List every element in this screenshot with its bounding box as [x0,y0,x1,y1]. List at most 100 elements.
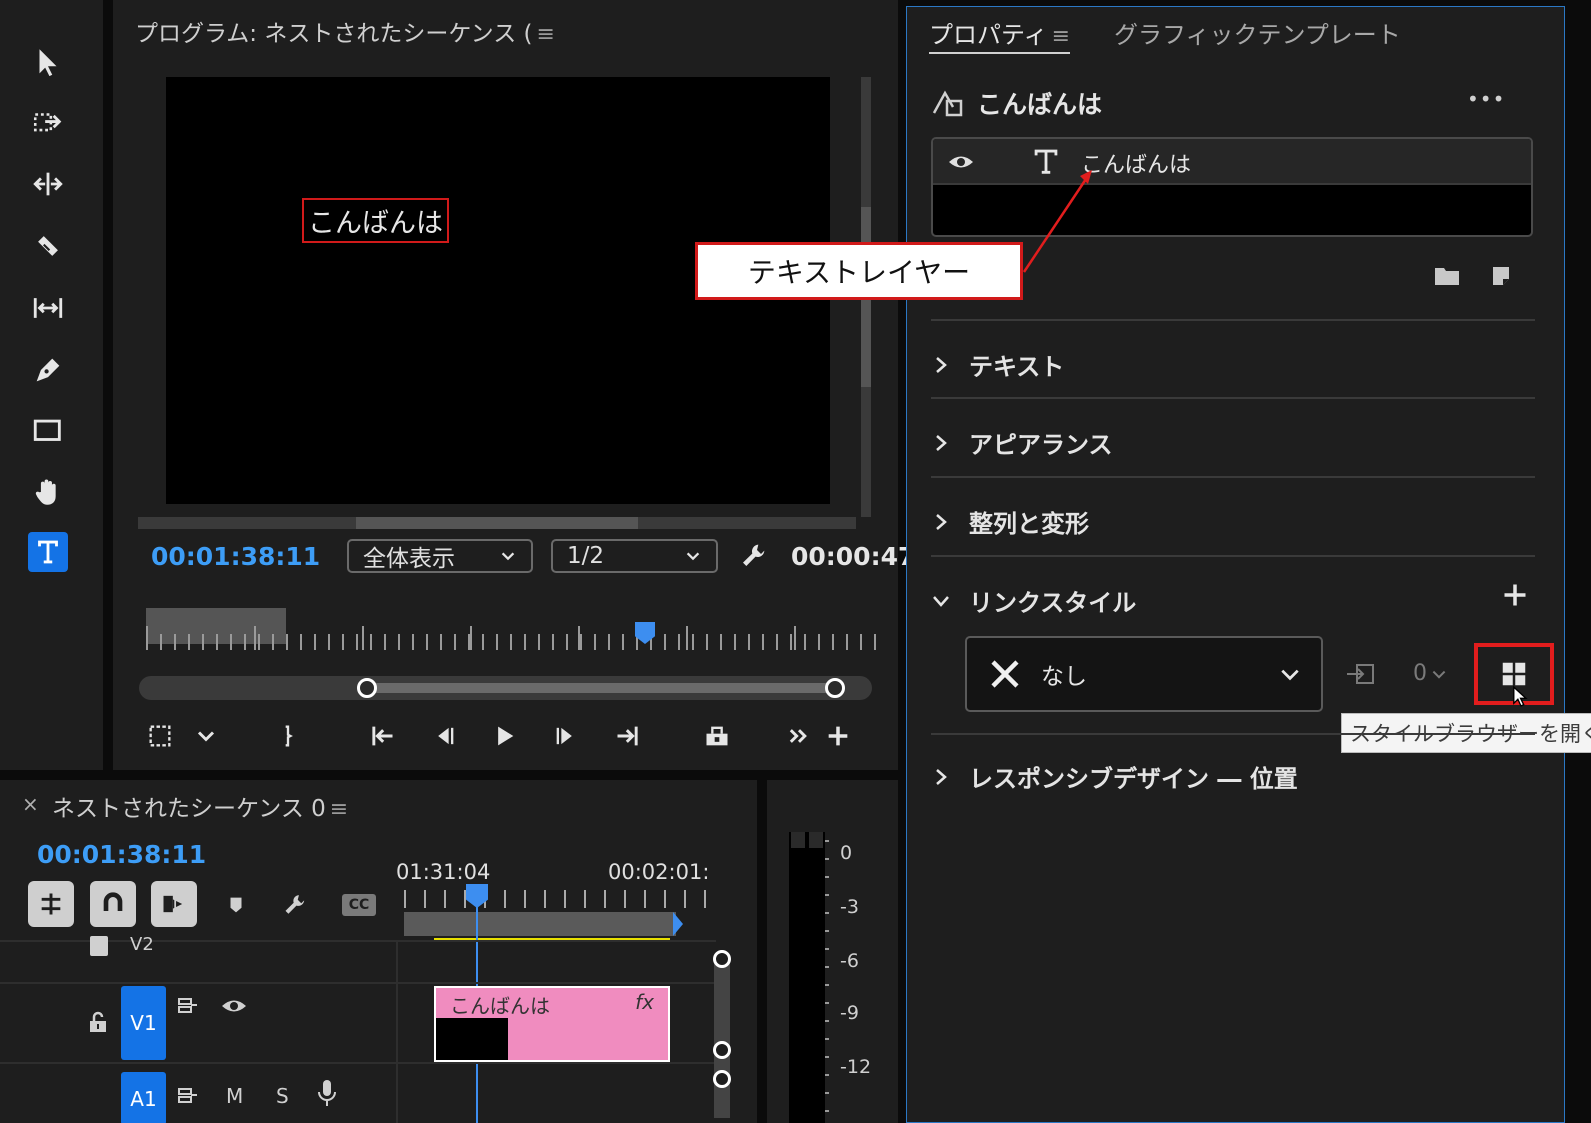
snap-magnet-icon[interactable] [90,881,136,927]
mark-in-out-icon[interactable] [273,718,303,754]
timeline-clip[interactable]: こんばんは fx [434,986,670,1062]
safe-margins-icon[interactable] [143,718,177,754]
chevron-down-icon [1281,669,1299,681]
step-back-icon[interactable] [429,718,459,754]
play-icon[interactable] [489,718,519,754]
chevron-right-icon [936,513,947,530]
timeline-tab-title[interactable]: ネストされたシーケンス 0 ≡ [52,789,348,823]
rectangle-tool-icon[interactable] [28,411,68,451]
export-frame-icon[interactable] [697,718,737,754]
linked-style-select[interactable]: なし [965,636,1323,712]
wrench-settings-icon[interactable] [739,540,773,574]
section-align-transform[interactable]: 整列と変形 [931,476,1535,556]
program-monitor-panel: プログラム: ネストされたシーケンス (≡ こんばんは 00:01:38:11 … [113,0,915,770]
chevron-down-icon [501,552,515,561]
timeline-work-area-bar[interactable] [404,912,676,936]
audio-meters-panel: 0 -3 -6 -9 -12 [767,780,898,1123]
unlock-icon[interactable] [86,1008,110,1036]
track-target-a1[interactable]: A1 [121,1072,166,1123]
track-label-v2[interactable]: V2 [130,934,154,955]
go-to-in-icon[interactable] [365,718,399,754]
style-count-value: 0 [1413,661,1427,686]
style-browser-button[interactable] [1474,643,1554,707]
sync-lock-icon[interactable] [176,1084,200,1108]
go-to-out-icon[interactable] [611,718,645,754]
captions-icon[interactable]: CC [342,894,376,916]
scroll-handle-top[interactable] [713,950,731,968]
program-playhead-timecode[interactable]: 00:01:38:11 [151,542,320,571]
more-controls-icon[interactable] [785,718,813,754]
folder-icon[interactable] [1433,264,1461,288]
microphone-icon[interactable] [316,1078,338,1108]
clip-thumbnail [436,1018,508,1060]
audio-meter-bars [789,832,825,1123]
track-target-v1[interactable]: V1 [121,986,166,1060]
chevron-right-icon [936,356,947,373]
timeline-ruler-label-1: 01:31:04 [396,860,491,884]
meter-label-3: -3 [840,896,859,918]
monitor-zoom-bar[interactable] [139,676,872,700]
linked-selection-icon[interactable] [151,881,197,927]
program-monitor-title[interactable]: プログラム: ネストされたシーケンス (≡ [135,14,555,48]
track-vertical-scrollbar[interactable] [714,958,730,1118]
layers-list[interactable]: こんばんは [931,137,1533,237]
track-select-tool-icon[interactable] [28,103,68,143]
ripple-edit-tool-icon[interactable] [28,164,68,204]
wrench-settings-icon[interactable] [281,890,311,920]
sync-lock-icon[interactable] [176,994,200,1018]
section-text[interactable]: テキスト [931,319,1535,399]
video-caption-text[interactable]: こんばんは [302,198,449,243]
add-button-icon[interactable] [823,718,853,754]
chevron-down-icon [1432,670,1446,679]
panel-menu-icon[interactable]: ≡ [1052,24,1070,49]
playback-resolution-select[interactable]: 1/2 [551,539,718,573]
nest-sequence-toggle-icon[interactable] [28,881,74,927]
timeline-ruler-label-2: 00:02:01: [608,860,710,884]
style-count[interactable]: 0 [1413,661,1447,686]
step-forward-icon[interactable] [551,718,581,754]
push-to-style-icon[interactable] [1345,659,1379,689]
layer-name[interactable]: こんばんは [1081,147,1191,179]
meter-label-12: -12 [840,1056,872,1078]
monitor-time-ruler[interactable] [146,608,876,650]
solo-button[interactable]: S [276,1084,289,1108]
zoom-fit-select[interactable]: 全体表示 [347,539,533,573]
chevron-down-icon[interactable] [191,718,221,754]
timeline-playhead-timecode[interactable]: 00:01:38:11 [37,840,206,869]
monitor-horizontal-scrollbar[interactable] [138,517,856,529]
slip-tool-icon[interactable] [28,288,68,328]
selection-tool-icon[interactable] [28,42,68,82]
add-style-icon[interactable] [1501,581,1529,609]
eye-icon[interactable] [947,151,975,173]
timeline-ruler-ticks [404,890,708,908]
track-row-v2: V2 [0,934,716,982]
tab-properties-label: プロパティ [929,21,1048,49]
new-item-icon[interactable] [1489,264,1513,288]
razor-tool-icon[interactable] [28,226,68,266]
tab-properties[interactable]: プロパティ ≡ [929,15,1070,54]
layer-row-text[interactable]: こんばんは [933,139,1531,185]
graphic-name: こんばんは [977,90,1103,119]
panel-menu-icon[interactable]: ≡ [537,22,555,47]
fx-badge: fx [635,990,654,1014]
track-row-v1: V1 こんばんは fx [0,982,716,1062]
scroll-handle-bottom[interactable] [713,1041,731,1059]
zoom-handle-left[interactable] [357,678,377,698]
lock-icon[interactable] [90,936,108,956]
type-tool-icon[interactable] [28,532,68,572]
panel-menu-icon[interactable]: ≡ [330,797,348,822]
timeline-close-icon[interactable]: × [22,792,39,816]
tab-graphic-templates[interactable]: グラフィックテンプレート [1114,15,1401,50]
more-options-icon[interactable]: ••• [1467,87,1505,111]
close-x-icon [991,660,1019,688]
pen-tool-icon[interactable] [28,350,68,390]
add-marker-icon[interactable] [221,890,251,920]
hand-tool-icon[interactable] [28,472,68,512]
section-responsive-design[interactable]: レスポンシブデザイン ― 位置 [931,733,1535,813]
zoom-handle-right[interactable] [825,678,845,698]
section-appearance[interactable]: アピアランス [931,397,1535,477]
mute-button[interactable]: M [226,1084,243,1108]
chevron-down-icon [686,552,700,561]
scroll-handle-a1[interactable] [713,1070,731,1088]
eye-icon[interactable] [220,994,248,1018]
